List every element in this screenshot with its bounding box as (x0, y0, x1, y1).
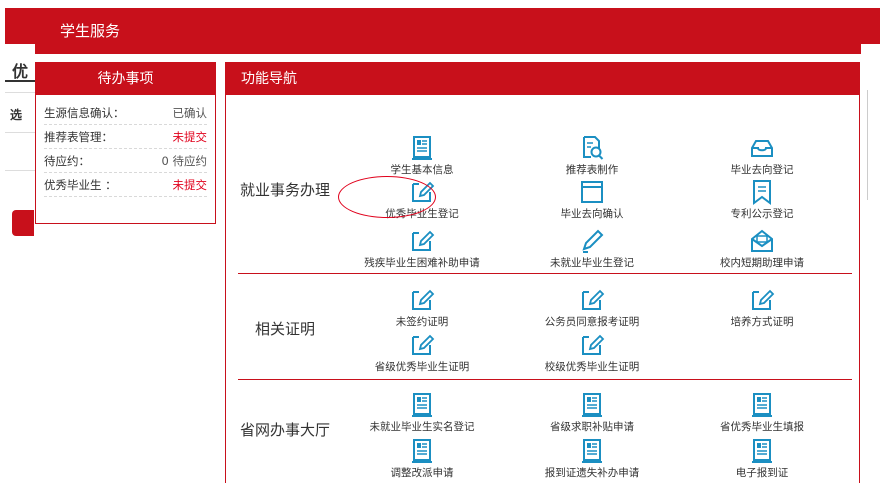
nav-item-civil-servant-consent[interactable]: 公务员同意报考证明 (522, 287, 662, 329)
background-table-header-cell: 选 (10, 108, 23, 122)
edit-icon (582, 334, 605, 355)
document-icon (752, 393, 772, 417)
todo-row-pending-appointment[interactable]: 待应约： 0 待应约 (44, 149, 207, 173)
nav-item-recommendation-form[interactable]: 推荐表制作 (522, 135, 662, 177)
section-divider (238, 379, 852, 380)
student-service-dialog: 学生服务 待办事项 生源信息确认： 已确认 推荐表管理： 未提交 待应约： 0 … (35, 8, 861, 483)
nav-item-label: 学生基本信息 (390, 164, 454, 176)
edit-icon (412, 334, 435, 355)
nav-item-provincial-excellent-filing[interactable]: 省优秀毕业生填报 (692, 392, 832, 434)
nav-item-job-seeking-subsidy[interactable]: 省级求职补贴申请 (522, 392, 662, 434)
edit-icon (582, 289, 605, 310)
todo-row-recommendation[interactable]: 推荐表管理： 未提交 (44, 125, 207, 149)
nav-item-provincial-excellent-certificate[interactable]: 省级优秀毕业生证明 (352, 332, 492, 374)
nav-item-label: 未就业毕业生登记 (550, 257, 634, 269)
nav-item-disabled-graduate-subsidy[interactable]: 残疾毕业生困难补助申请 (352, 228, 492, 270)
nav-item-label: 校级优秀毕业生证明 (544, 361, 640, 373)
nav-item-label: 毕业去向确认 (560, 208, 624, 220)
todo-row-status: 未提交 (172, 130, 208, 144)
nav-item-label: 电子报到证 (735, 467, 789, 479)
nav-item-label: 残疾毕业生困难补助申请 (364, 257, 480, 269)
document-icon (412, 136, 432, 160)
todo-row-status: 0 待应约 (161, 154, 207, 168)
nav-item-label: 毕业去向登记 (730, 164, 794, 176)
nav-item-reassignment-application[interactable]: 调整改派申请 (352, 438, 492, 480)
section-label-certificates: 相关证明 (254, 320, 315, 338)
nav-item-label: 省优秀毕业生填报 (720, 421, 804, 433)
nav-item-short-term-assistant[interactable]: 校内短期助理申请 (692, 228, 832, 270)
background-button[interactable] (12, 210, 34, 236)
document-icon (412, 393, 432, 417)
todo-row-status: 已确认 (172, 106, 208, 120)
edit-icon (412, 289, 435, 310)
section-label-provincial-hall: 省网办事大厅 (240, 421, 331, 439)
section-label-employment-affairs: 就业事务办理 (240, 181, 331, 199)
todo-row-status: 未提交 (172, 178, 208, 192)
nav-item-report-certificate-reissue[interactable]: 报到证遗失补办申请 (522, 438, 662, 480)
nav-item-destination-confirmation[interactable]: 毕业去向确认 (522, 179, 662, 221)
todo-panel: 待办事项 生源信息确认： 已确认 推荐表管理： 未提交 待应约： 0 待应约 优… (35, 62, 216, 224)
nav-item-training-mode-certificate[interactable]: 培养方式证明 (692, 287, 832, 329)
nav-item-label: 专利公示登记 (730, 208, 794, 220)
dialog-title: 学生服务 (35, 8, 861, 54)
window-icon (581, 181, 603, 203)
pencil-icon (582, 229, 604, 253)
section-divider (238, 273, 852, 274)
highlight-circle-annotation (338, 176, 436, 218)
background-table-line (5, 132, 35, 133)
inbox-icon (751, 140, 773, 157)
background-header-bar (5, 8, 35, 44)
todo-row-label: 优秀毕业生 ： (44, 178, 117, 192)
todo-row-source-info[interactable]: 生源信息确认： 已确认 (44, 101, 207, 125)
todo-panel-title: 待办事项 (36, 63, 215, 95)
document-icon (412, 439, 432, 463)
background-border-line (867, 90, 868, 200)
function-nav-title: 功能导航 (226, 63, 859, 95)
bookmark-icon (753, 180, 771, 205)
edit-icon (412, 230, 435, 251)
nav-item-label: 校内短期助理申请 (720, 257, 804, 269)
background-table-line (5, 170, 35, 171)
nav-item-unemployed-real-name[interactable]: 未就业毕业生实名登记 (352, 392, 492, 434)
mail-open-icon (751, 229, 773, 252)
nav-item-label: 推荐表制作 (565, 164, 619, 176)
nav-item-label: 培养方式证明 (730, 316, 794, 328)
nav-item-student-info[interactable]: 学生基本信息 (352, 135, 492, 177)
document-icon (582, 439, 602, 463)
nav-item-unemployed-graduate-registration[interactable]: 未就业毕业生登记 (522, 228, 662, 270)
todo-list: 生源信息确认： 已确认 推荐表管理： 未提交 待应约： 0 待应约 优秀毕业生 … (36, 95, 215, 197)
background-title-underline (5, 80, 35, 82)
todo-row-label: 推荐表管理： (44, 130, 113, 144)
document-icon (582, 393, 602, 417)
nav-item-label: 省级优秀毕业生证明 (374, 361, 470, 373)
background-header-bar-right (860, 8, 880, 44)
document-search-icon (583, 136, 604, 160)
nav-item-electronic-report-certificate[interactable]: 电子报到证 (692, 438, 832, 480)
nav-item-label: 报到证遗失补办申请 (544, 467, 640, 479)
nav-item-label: 未签约证明 (395, 316, 449, 328)
todo-row-label: 待应约： (44, 154, 90, 168)
nav-item-unsigned-certificate[interactable]: 未签约证明 (352, 287, 492, 329)
nav-item-label: 未就业毕业生实名登记 (369, 421, 475, 433)
edit-icon (752, 289, 775, 310)
document-icon (752, 439, 772, 463)
function-nav-panel: 功能导航 就业事务办理 相关证明 省网办事大厅 学生基本信息 推荐表制作 毕业去… (225, 62, 860, 483)
todo-row-excellent-graduate[interactable]: 优秀毕业生 ： 未提交 (44, 173, 207, 197)
background-table-line (5, 92, 35, 93)
nav-item-graduation-destination[interactable]: 毕业去向登记 (692, 135, 832, 177)
nav-item-patent-publicity[interactable]: 专利公示登记 (692, 179, 832, 221)
todo-row-label: 生源信息确认： (44, 106, 125, 120)
nav-item-school-excellent-certificate[interactable]: 校级优秀毕业生证明 (522, 332, 662, 374)
background-page-title: 优 (12, 62, 29, 81)
nav-item-label: 公务员同意报考证明 (544, 316, 640, 328)
nav-item-label: 省级求职补贴申请 (550, 421, 634, 433)
nav-item-label: 调整改派申请 (390, 467, 454, 479)
